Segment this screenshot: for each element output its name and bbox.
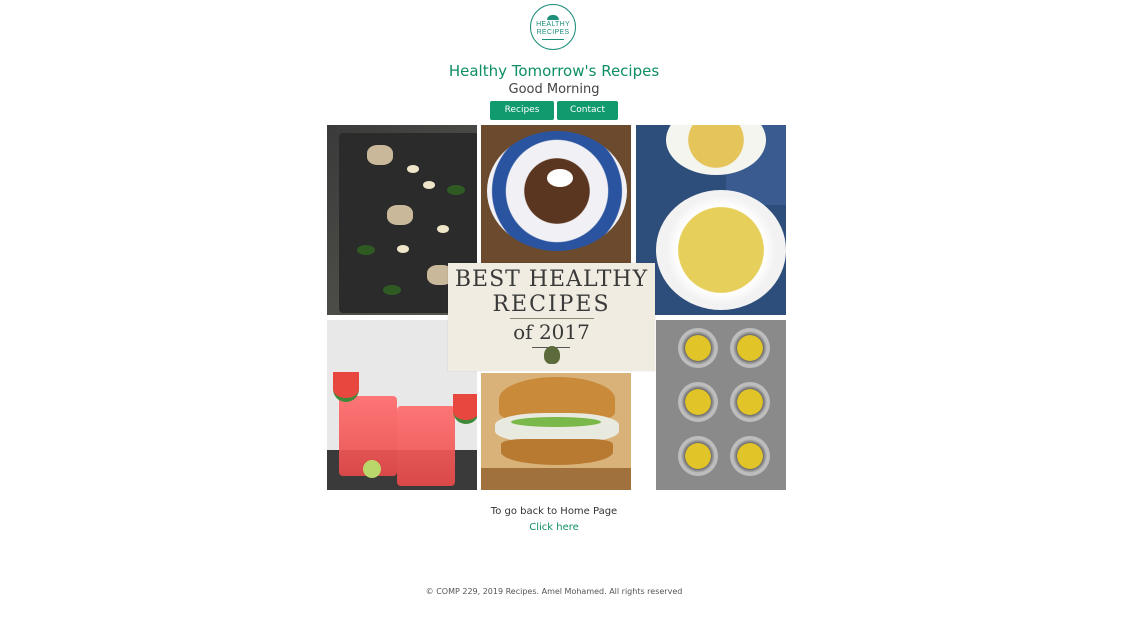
kale bbox=[383, 285, 401, 295]
footer-copyright: © COMP 229, 2019 Recipes. Amel Mohamed. … bbox=[425, 587, 683, 596]
lime-slice bbox=[363, 460, 381, 478]
bun-bottom bbox=[501, 439, 613, 465]
click-here-link[interactable]: Click here bbox=[0, 522, 1108, 533]
collage-tile-sandwich bbox=[481, 373, 631, 490]
bean bbox=[397, 245, 409, 253]
best-healthy-recipes-banner: BEST HEALTHY RECIPES of 2017 bbox=[448, 263, 655, 371]
main-nav: Recipes List Contact Us bbox=[490, 101, 618, 134]
egg-muffin bbox=[730, 436, 770, 476]
egg-muffin bbox=[678, 382, 718, 422]
home-page-text: To go back to Home Page bbox=[490, 506, 618, 517]
cutting-board bbox=[481, 468, 631, 490]
greens bbox=[511, 417, 601, 427]
banner-line2: RECIPES bbox=[492, 292, 611, 317]
chicken-piece bbox=[367, 145, 393, 165]
artichoke-icon bbox=[543, 346, 560, 364]
kale bbox=[447, 185, 465, 195]
logo-rule bbox=[542, 38, 564, 40]
watermelon-slice bbox=[333, 372, 359, 402]
leaf-icon bbox=[547, 14, 559, 20]
collage-tile-egg-muffins bbox=[656, 320, 786, 490]
banner-divider bbox=[509, 318, 594, 319]
watermelon-slice bbox=[453, 394, 477, 424]
site-logo: HEALTHY RECIPES bbox=[530, 4, 576, 50]
egg-muffin bbox=[730, 382, 770, 422]
bean bbox=[407, 165, 419, 173]
chicken-piece bbox=[387, 205, 413, 225]
soup-bowl bbox=[656, 190, 786, 310]
contact-us-button[interactable]: Contact Us bbox=[557, 101, 618, 134]
banner-line3: of 2017 bbox=[513, 320, 590, 344]
bean bbox=[423, 181, 435, 189]
logo-line1: HEALTHY bbox=[536, 20, 570, 28]
greeting-text: Good Morning bbox=[508, 82, 600, 97]
banner-line1: BEST HEALTHY bbox=[454, 267, 649, 292]
blue-plate bbox=[487, 131, 627, 251]
rice bbox=[547, 169, 573, 187]
bean bbox=[437, 225, 449, 233]
kale bbox=[357, 245, 375, 255]
drink-glass bbox=[397, 406, 455, 486]
logo-line2: RECIPES bbox=[536, 28, 570, 36]
site-title: Healthy Tomorrow's Recipes bbox=[448, 62, 660, 80]
collage-tile-beef-rice bbox=[481, 125, 631, 263]
egg-muffin bbox=[678, 436, 718, 476]
recipes-list-button[interactable]: Recipes List bbox=[490, 101, 554, 134]
egg-muffin bbox=[678, 328, 718, 368]
egg-muffin bbox=[730, 328, 770, 368]
collage-tile-soup bbox=[636, 125, 786, 315]
